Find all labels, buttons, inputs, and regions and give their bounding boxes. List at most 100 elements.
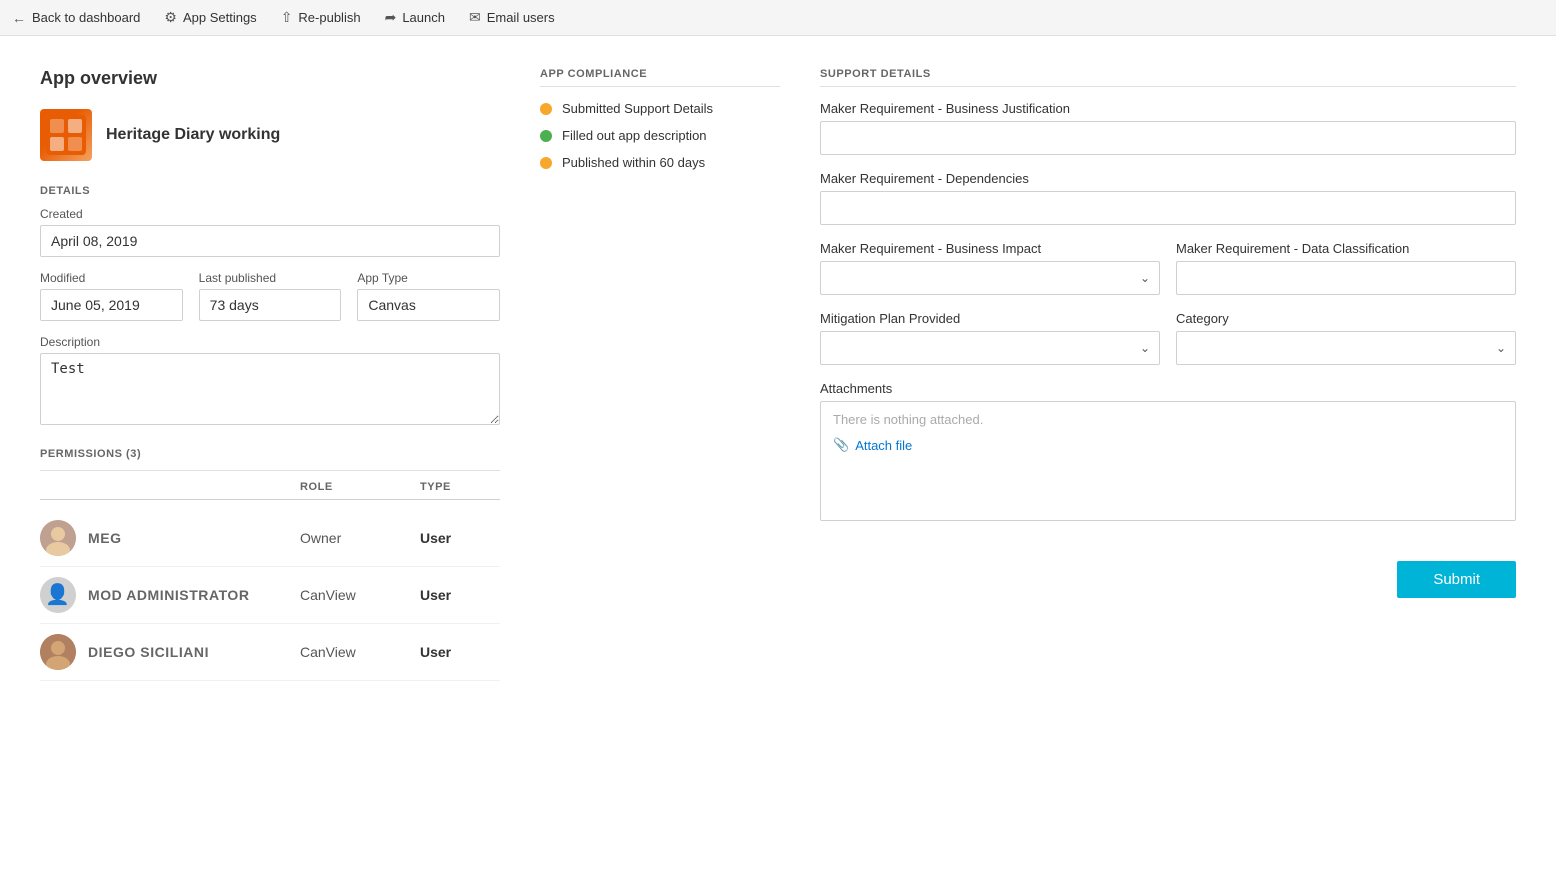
business-impact-col: Maker Requirement - Business Impact Low …	[820, 241, 1160, 295]
svg-text:👤: 👤	[45, 582, 70, 606]
avatar	[40, 520, 76, 556]
business-justification-label: Maker Requirement - Business Justificati…	[820, 101, 1516, 116]
dependencies-label: Maker Requirement - Dependencies	[820, 171, 1516, 186]
page-title: App overview	[40, 68, 500, 89]
business-impact-select-wrapper: Low Medium High ⌄	[820, 261, 1160, 295]
app-icon-svg	[46, 115, 86, 155]
mitigation-label: Mitigation Plan Provided	[820, 311, 1160, 326]
avatar	[40, 634, 76, 670]
modified-col: Modified	[40, 271, 183, 321]
email-users-nav[interactable]: ✉ Email users	[469, 9, 555, 26]
compliance-item-3: Published within 60 days	[540, 155, 780, 170]
compliance-item-1: Submitted Support Details	[540, 101, 780, 116]
modified-label: Modified	[40, 271, 183, 285]
perm-type-diego: User	[420, 644, 500, 660]
attachments-label: Attachments	[820, 381, 1516, 396]
app-name: Heritage Diary working	[106, 126, 280, 144]
last-published-col: Last published	[199, 271, 342, 321]
submit-row: Submit	[820, 561, 1516, 598]
app-info-row: Heritage Diary working	[40, 109, 500, 161]
category-select[interactable]	[1176, 331, 1516, 365]
dependencies-input[interactable]	[820, 191, 1516, 225]
table-row: 👤 MOD Administrator CanView User	[40, 567, 500, 624]
compliance-label-3: Published within 60 days	[562, 155, 705, 170]
last-published-label: Last published	[199, 271, 342, 285]
mitigation-category-row: Mitigation Plan Provided Yes No ⌄ Catego…	[820, 311, 1516, 365]
business-impact-select[interactable]: Low Medium High	[820, 261, 1160, 295]
mitigation-col: Mitigation Plan Provided Yes No ⌄	[820, 311, 1160, 365]
category-select-wrapper: ⌄	[1176, 331, 1516, 365]
app-type-input[interactable]	[357, 289, 500, 321]
email-icon: ✉	[469, 9, 481, 26]
data-classification-col: Maker Requirement - Data Classification	[1176, 241, 1516, 295]
permissions-section-label: PERMISSIONS (3)	[40, 448, 500, 460]
table-row: Diego Siciliani CanView User	[40, 624, 500, 681]
gear-icon: ⚙	[164, 9, 177, 26]
perm-type-meg: User	[420, 530, 500, 546]
compliance-item-2: Filled out app description	[540, 128, 780, 143]
perm-role-diego: CanView	[300, 644, 420, 660]
modified-input[interactable]	[40, 289, 183, 321]
perm-header-role: ROLE	[300, 481, 420, 493]
launch-icon: ➦	[385, 9, 397, 26]
description-field-group: Description Test	[40, 335, 500, 428]
perm-role-meg: Owner	[300, 530, 420, 546]
business-justification-field: Maker Requirement - Business Justificati…	[820, 101, 1516, 155]
app-settings-nav[interactable]: ⚙ App Settings	[164, 9, 256, 26]
compliance-dot-1	[540, 103, 552, 115]
perm-type-mod: User	[420, 587, 500, 603]
business-impact-row: Maker Requirement - Business Impact Low …	[820, 241, 1516, 295]
attachments-field: Attachments There is nothing attached. 📎…	[820, 381, 1516, 521]
perm-name-col-meg: Meg	[40, 520, 300, 556]
dependencies-field: Maker Requirement - Dependencies	[820, 171, 1516, 225]
modified-published-row: Modified Last published App Type	[40, 271, 500, 321]
perm-name-meg: Meg	[88, 530, 122, 546]
app-type-label: App Type	[357, 271, 500, 285]
back-arrow-icon: ←	[12, 10, 26, 26]
perm-header-type: TYPE	[420, 481, 500, 493]
perm-name-mod: MOD Administrator	[88, 587, 250, 603]
business-impact-label: Maker Requirement - Business Impact	[820, 241, 1160, 256]
last-published-input[interactable]	[199, 289, 342, 321]
perm-name-col-mod: 👤 MOD Administrator	[40, 577, 300, 613]
app-icon-inner	[40, 109, 92, 161]
mitigation-select-wrapper: Yes No ⌄	[820, 331, 1160, 365]
left-section: App overview Heritage Diary working DE	[40, 68, 500, 681]
attachments-box: There is nothing attached. 📎 Attach file	[820, 401, 1516, 521]
created-input[interactable]	[40, 225, 500, 257]
business-justification-input[interactable]	[820, 121, 1516, 155]
compliance-dot-2	[540, 130, 552, 142]
permissions-header: ROLE TYPE	[40, 481, 500, 500]
permissions-divider	[40, 470, 500, 471]
compliance-label-2: Filled out app description	[562, 128, 707, 143]
topbar: ← Back to dashboard ⚙ App Settings ⇧ Re-…	[0, 0, 1556, 36]
submit-button[interactable]: Submit	[1397, 561, 1516, 598]
perm-name-diego: Diego Siciliani	[88, 644, 209, 660]
data-classification-label: Maker Requirement - Data Classification	[1176, 241, 1516, 256]
data-classification-input[interactable]	[1176, 261, 1516, 295]
category-label: Category	[1176, 311, 1516, 326]
compliance-dot-3	[540, 157, 552, 169]
details-section-label: DETAILS	[40, 185, 500, 197]
attachments-placeholder: There is nothing attached.	[833, 412, 1503, 427]
app-icon	[40, 109, 92, 161]
description-label: Description	[40, 335, 500, 349]
attach-file-button[interactable]: 📎 Attach file	[833, 437, 912, 453]
description-textarea[interactable]: Test	[40, 353, 500, 425]
republish-nav[interactable]: ⇧ Re-publish	[281, 9, 361, 26]
mitigation-select[interactable]: Yes No	[820, 331, 1160, 365]
created-field-group: Created	[40, 207, 500, 257]
avatar: 👤	[40, 577, 76, 613]
permissions-section: PERMISSIONS (3) ROLE TYPE	[40, 448, 500, 681]
back-to-dashboard[interactable]: ← Back to dashboard	[12, 10, 140, 26]
upload-icon: ⇧	[281, 9, 293, 26]
compliance-title: APP COMPLIANCE	[540, 68, 780, 87]
perm-role-mod: CanView	[300, 587, 420, 603]
created-label: Created	[40, 207, 500, 221]
table-row: Meg Owner User	[40, 510, 500, 567]
perm-name-col-diego: Diego Siciliani	[40, 634, 300, 670]
app-type-col: App Type	[357, 271, 500, 321]
support-title: SUPPORT DETAILS	[820, 68, 1516, 87]
launch-nav[interactable]: ➦ Launch	[385, 9, 445, 26]
category-col: Category ⌄	[1176, 311, 1516, 365]
